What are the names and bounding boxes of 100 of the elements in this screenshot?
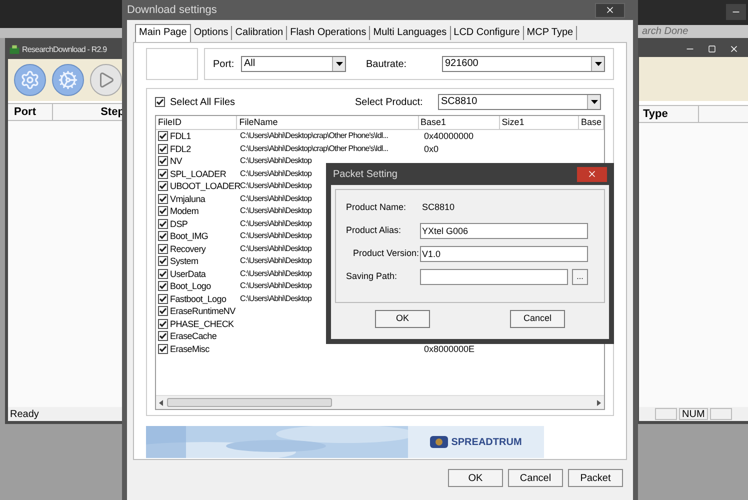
table-cell: C:\Users\Abhi\Desktop\crap\Other Phone's\Idl... [240,130,388,142]
checkbox[interactable] [158,181,168,192]
baudrate-dropdown[interactable]: 921600 [442,56,605,72]
column-header[interactable]: Port [8,104,53,120]
dialog-button[interactable]: OK [448,469,503,487]
table-cell: 0x40000000 [424,130,474,142]
browse-button[interactable]: ... [572,268,588,284]
horizontal-scrollbar[interactable] [156,395,604,409]
checkbox[interactable] [158,144,168,154]
play-icon[interactable] [90,64,122,96]
table-cell: C:\Users\Abhi\Desktop [240,192,312,205]
table-cell: C:\Users\Abhi\Desktop\crap\Other Phone's\Idl... [240,142,388,155]
dialog-button[interactable]: Cancel [510,310,565,328]
table-cell: Fastboot_Logo [170,292,226,305]
column-header[interactable]: FileID [156,116,238,129]
tab[interactable]: Main Page [135,24,191,42]
table-cell: UBOOT_LOADER [170,180,240,192]
input-field[interactable] [420,268,568,284]
table-cell: C:\Users\Abhi\Desktop [240,230,312,242]
table-cell: EraseMisc [170,342,210,355]
checkbox[interactable] [158,256,168,266]
minimize-button[interactable] [726,4,746,20]
port-dropdown[interactable]: All [241,56,346,72]
checkbox[interactable] [158,306,168,316]
blank-panel [146,48,198,80]
close-button[interactable] [577,166,607,182]
checkbox[interactable] [158,168,168,179]
column-header[interactable]: FileName [237,116,418,129]
table-cell: Modem [170,205,199,218]
tab[interactable]: Flash Operations [287,26,370,40]
checkbox[interactable] [158,268,168,279]
status-panel: NUM [679,408,708,420]
input-field[interactable]: V1.0 [420,246,588,262]
field-label: Saving Path: [346,270,398,283]
tab[interactable]: Multi Languages [370,26,451,40]
table-cell: C:\Users\Abhi\Desktop [240,255,312,268]
checkbox-label: Select All Files [170,96,236,110]
dialog-title: Packet Setting [332,168,398,182]
table-cell: DSP [170,218,188,230]
close-icon [587,169,597,179]
table-cell: FDL2 [170,142,191,155]
table-cell: UserData [170,268,206,280]
table-cell: Boot_Logo [170,280,211,292]
table-cell: PHASE_CHECK [170,318,234,330]
dialog-button[interactable]: Packet [568,469,623,487]
table-cell: EraseRuntimeNV [170,305,236,318]
table-cell: C:\Users\Abhi\Desktop [240,155,312,168]
checkbox[interactable] [158,218,168,229]
table-cell: Recovery [170,242,206,255]
checkbox[interactable] [158,344,168,354]
column-header[interactable]: Base1 [418,116,500,129]
checkbox[interactable] [158,131,168,142]
checkbox[interactable] [158,244,168,254]
field-label: Product Version: [352,246,420,260]
settings-icon[interactable] [14,64,46,96]
tab[interactable]: Calibration [232,26,288,40]
checkbox[interactable] [158,206,168,216]
checkbox[interactable] [158,194,168,204]
checkbox[interactable] [158,331,168,342]
table-cell: SPL_LOADER [170,168,226,180]
checkbox[interactable] [158,156,168,166]
table-cell: C:\Users\Abhi\Desktop [240,280,312,292]
dialog-button[interactable]: Cancel [508,469,563,487]
checkbox[interactable] [158,318,168,329]
window-title: ResearchDownload - R2.9 [22,44,107,56]
close-icon [605,5,615,15]
column-header[interactable]: Size1 [500,116,580,129]
product-dropdown[interactable]: SC8810 [438,94,601,110]
product-label: Select Product: [355,96,424,110]
table-cell: Boot_IMG [170,230,208,242]
table-cell: 0x8000000E [424,342,475,355]
checkbox[interactable] [158,281,168,292]
table-cell: C:\Users\Abhi\Desktop [240,218,312,230]
checkbox[interactable] [158,294,168,304]
close-icon [729,44,739,54]
tab[interactable]: Options [190,26,232,40]
table-cell: C:\Users\Abhi\Desktop [240,242,312,255]
table-cell: 0x0 [424,142,439,155]
table-cell: Vmjaluna [170,192,206,205]
table-cell: C:\Users\Abhi\Desktop [240,168,312,180]
field-label: Product Alias: [346,224,402,237]
column-header[interactable]: Base [579,116,604,129]
status-panel [710,408,732,420]
dialog-button[interactable]: OK [375,310,430,328]
status-panel [655,408,677,420]
close-button[interactable] [595,2,625,18]
table-cell: C:\Users\Abhi\Desktop [240,268,312,280]
tab[interactable]: MCP Type [524,26,578,40]
checkbox[interactable] [155,97,165,107]
product-name-value: SC8810 [421,201,455,214]
gears-icon[interactable] [52,64,84,96]
table-cell: C:\Users\Abhi\Desktop [240,205,312,218]
tab[interactable]: LCD Configure [450,26,524,40]
table-cell: EraseCache [170,330,217,342]
logo-text: SPREADTRUM [451,436,522,450]
window-title: arch Done [641,25,688,39]
checkbox[interactable] [158,231,168,242]
input-field[interactable]: YXtel G006 [420,222,588,238]
port-label: Port: [213,58,235,72]
logo-icon [430,436,448,448]
